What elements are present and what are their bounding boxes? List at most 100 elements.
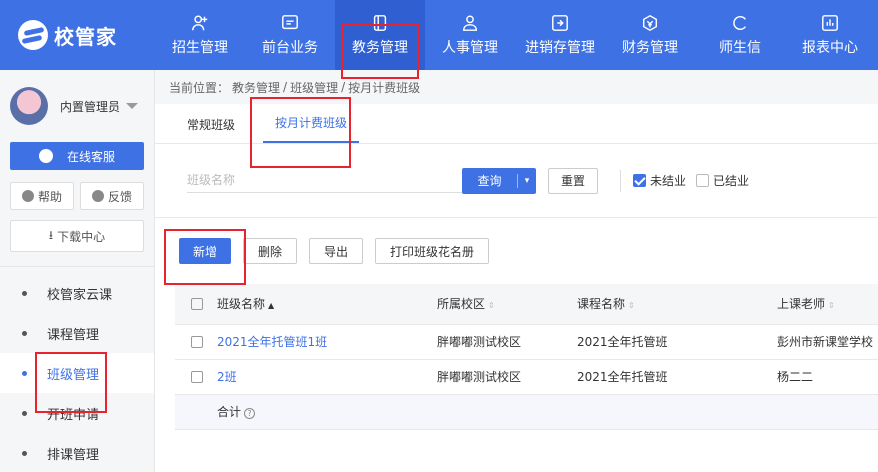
avatar <box>10 87 48 125</box>
column-header[interactable]: 课程名称 ⇕ <box>577 284 777 325</box>
breadcrumb-item[interactable]: 教务管理 <box>232 79 280 96</box>
delete-button[interactable]: 删除 <box>243 238 298 264</box>
nav-item-reports[interactable]: 报表中心 <box>785 0 875 70</box>
nav-label: 人事管理 <box>442 39 498 56</box>
tab-monthly-class[interactable]: 按月计费班级 <box>263 114 360 143</box>
nav-item-admissions[interactable]: 招生管理 <box>155 0 245 70</box>
nav-item-front-desk[interactable]: 前台业务 <box>245 0 335 70</box>
sidebar-item-label: 课程管理 <box>47 327 100 343</box>
sidebar-item-label: 班级管理 <box>47 367 100 383</box>
sidebar-item-class-management[interactable]: 班级管理 <box>0 353 154 393</box>
sidebar-menu: 校管家云课 课程管理 班级管理 开班申请 排课管理 <box>0 266 154 472</box>
select-cell <box>175 359 217 395</box>
chevron-down-icon <box>126 103 139 109</box>
nav-label: 师生信 <box>719 39 761 56</box>
nav-item-messages[interactable]: 师生信 <box>695 0 785 70</box>
row-checkbox[interactable] <box>191 371 203 383</box>
export-button[interactable]: 导出 <box>309 238 364 264</box>
query-label: 查询 <box>477 174 502 188</box>
nav-label: 报表中心 <box>802 39 858 56</box>
sidebar-item-label: 排课管理 <box>47 447 100 463</box>
column-header[interactable]: 班级名称 ▲ <box>217 284 437 325</box>
help-button[interactable]: 帮助 <box>10 182 74 210</box>
help-label: 帮助 <box>37 189 62 204</box>
sidebar-item-course-management[interactable]: 课程管理 <box>0 313 154 353</box>
breadcrumb-item[interactable]: 班级管理 <box>290 79 338 96</box>
online-service-button[interactable]: 在线客服 <box>10 142 144 170</box>
chevron-down-icon[interactable]: ▾ <box>518 176 536 186</box>
column-header[interactable]: 上课老师 ⇕ <box>777 284 878 325</box>
sort-icon[interactable]: ⇕ <box>488 301 495 310</box>
sidebar-item-label: 校管家云课 <box>47 287 113 303</box>
brand-name: 校管家 <box>54 24 117 49</box>
nav-item-academic[interactable]: 教务管理 <box>335 0 425 70</box>
tab-regular-class[interactable]: 常规班级 <box>175 116 247 143</box>
bullet <box>22 290 27 296</box>
bullet <box>22 410 27 416</box>
finished-checkbox[interactable] <box>696 174 710 187</box>
class-table: 班级名称 ▲ 所属校区 ⇕ 课程名称 ⇕ 上课老师 ⇕ 2021全年托管班1班 胖嘟嘟测… <box>175 284 878 430</box>
finished-label: 已结业 <box>713 174 750 188</box>
teacher-cell: 彭州市新课堂学校 <box>777 324 878 360</box>
sidebar-item-class-application[interactable]: 开班申请 <box>0 393 154 433</box>
chat-icon <box>730 14 750 32</box>
inventory-icon <box>550 14 570 32</box>
class-name-cell[interactable]: 2班 <box>217 359 437 395</box>
nav-item-finance[interactable]: 财务管理 <box>605 0 695 70</box>
column-header[interactable]: 所属校区 ⇕ <box>437 284 577 325</box>
sidebar-item-cloud-course[interactable]: 校管家云课 <box>0 273 154 313</box>
add-button[interactable]: 新增 <box>179 238 232 264</box>
brand-logo[interactable]: 校管家 <box>0 0 155 70</box>
class-name-input[interactable] <box>187 168 462 193</box>
sort-up-icon[interactable]: ▲ <box>268 301 274 310</box>
filter-bar: 查询 ▾ 重置 未结业 已结业 <box>155 144 878 218</box>
bullet <box>22 450 27 456</box>
class-tabs: 常规班级 按月计费班级 <box>155 104 878 144</box>
nav-item-hr[interactable]: 人事管理 <box>425 0 515 70</box>
download-center-button[interactable]: ⭳ 下载中心 <box>10 220 144 252</box>
select-all-checkbox[interactable] <box>191 298 203 311</box>
header-select-cell <box>175 284 217 325</box>
user-menu[interactable]: 内置管理员 <box>0 70 154 142</box>
nav-item-inventory[interactable]: 进销存管理 <box>515 0 605 70</box>
sidebar-item-schedule-management[interactable]: 排课管理 <box>0 433 154 472</box>
nav-label: 教务管理 <box>352 39 408 56</box>
total-cell <box>777 394 878 430</box>
breadcrumb: 当前位置： 教务管理 / 班级管理 / 按月计费班级 <box>155 70 878 104</box>
unfinished-checkbox[interactable] <box>633 174 647 187</box>
breadcrumb-separator: / <box>341 80 346 94</box>
divider <box>620 169 622 192</box>
main-nav: 招生管理 前台业务 教务管理 人事管理 进销存管理 财务管理 师生信 报表中心 <box>155 0 878 70</box>
sidebar: 内置管理员 在线客服 帮助 反馈 ⭳ 下载中心 校管家云课 课程管理 班级管理 … <box>0 70 155 472</box>
help-icon[interactable]: ? <box>244 408 256 419</box>
sort-icon[interactable]: ⇕ <box>628 301 635 310</box>
finance-icon <box>640 14 660 32</box>
chat-bubble-icon <box>38 149 53 163</box>
report-icon <box>820 14 840 32</box>
query-button[interactable]: 查询 ▾ <box>462 167 536 194</box>
feedback-label: 反馈 <box>107 189 132 204</box>
online-service-label: 在线客服 <box>66 149 115 164</box>
row-checkbox[interactable] <box>191 336 203 348</box>
feedback-button[interactable]: 反馈 <box>80 182 144 210</box>
table-row: 2021全年托管班1班 胖嘟嘟测试校区 2021全年托管班 彭州市新课堂学校 <box>175 324 878 360</box>
total-label-cell: 合计? <box>217 394 437 430</box>
sidebar-item-label: 开班申请 <box>47 407 100 423</box>
main-content: 当前位置： 教务管理 / 班级管理 / 按月计费班级 常规班级 按月计费班级 查… <box>155 70 878 472</box>
bullet <box>22 370 27 376</box>
sort-icon[interactable]: ⇕ <box>828 301 835 310</box>
campus-cell: 胖嘟嘟测试校区 <box>437 359 577 395</box>
reset-button[interactable]: 重置 <box>548 167 599 194</box>
monitor-icon <box>280 14 300 32</box>
breadcrumb-item: 按月计费班级 <box>348 80 421 95</box>
unfinished-label: 未结业 <box>650 174 687 188</box>
action-bar: 新增 删除 导出 打印班级花名册 <box>155 218 878 284</box>
class-name-link[interactable]: 2班 <box>217 370 237 384</box>
print-roster-button[interactable]: 打印班级花名册 <box>375 238 490 264</box>
table-row: 2班 胖嘟嘟测试校区 2021全年托管班 杨二二 <box>175 359 878 395</box>
class-name-cell[interactable]: 2021全年托管班1班 <box>217 324 437 360</box>
class-name-link[interactable]: 2021全年托管班1班 <box>217 335 327 349</box>
top-navbar: 校管家 招生管理 前台业务 教务管理 人事管理 进销存管理 财务管理 师生信 报… <box>0 0 878 70</box>
table-total-row: 合计? <box>175 394 878 430</box>
user-name: 内置管理员 <box>60 99 121 114</box>
